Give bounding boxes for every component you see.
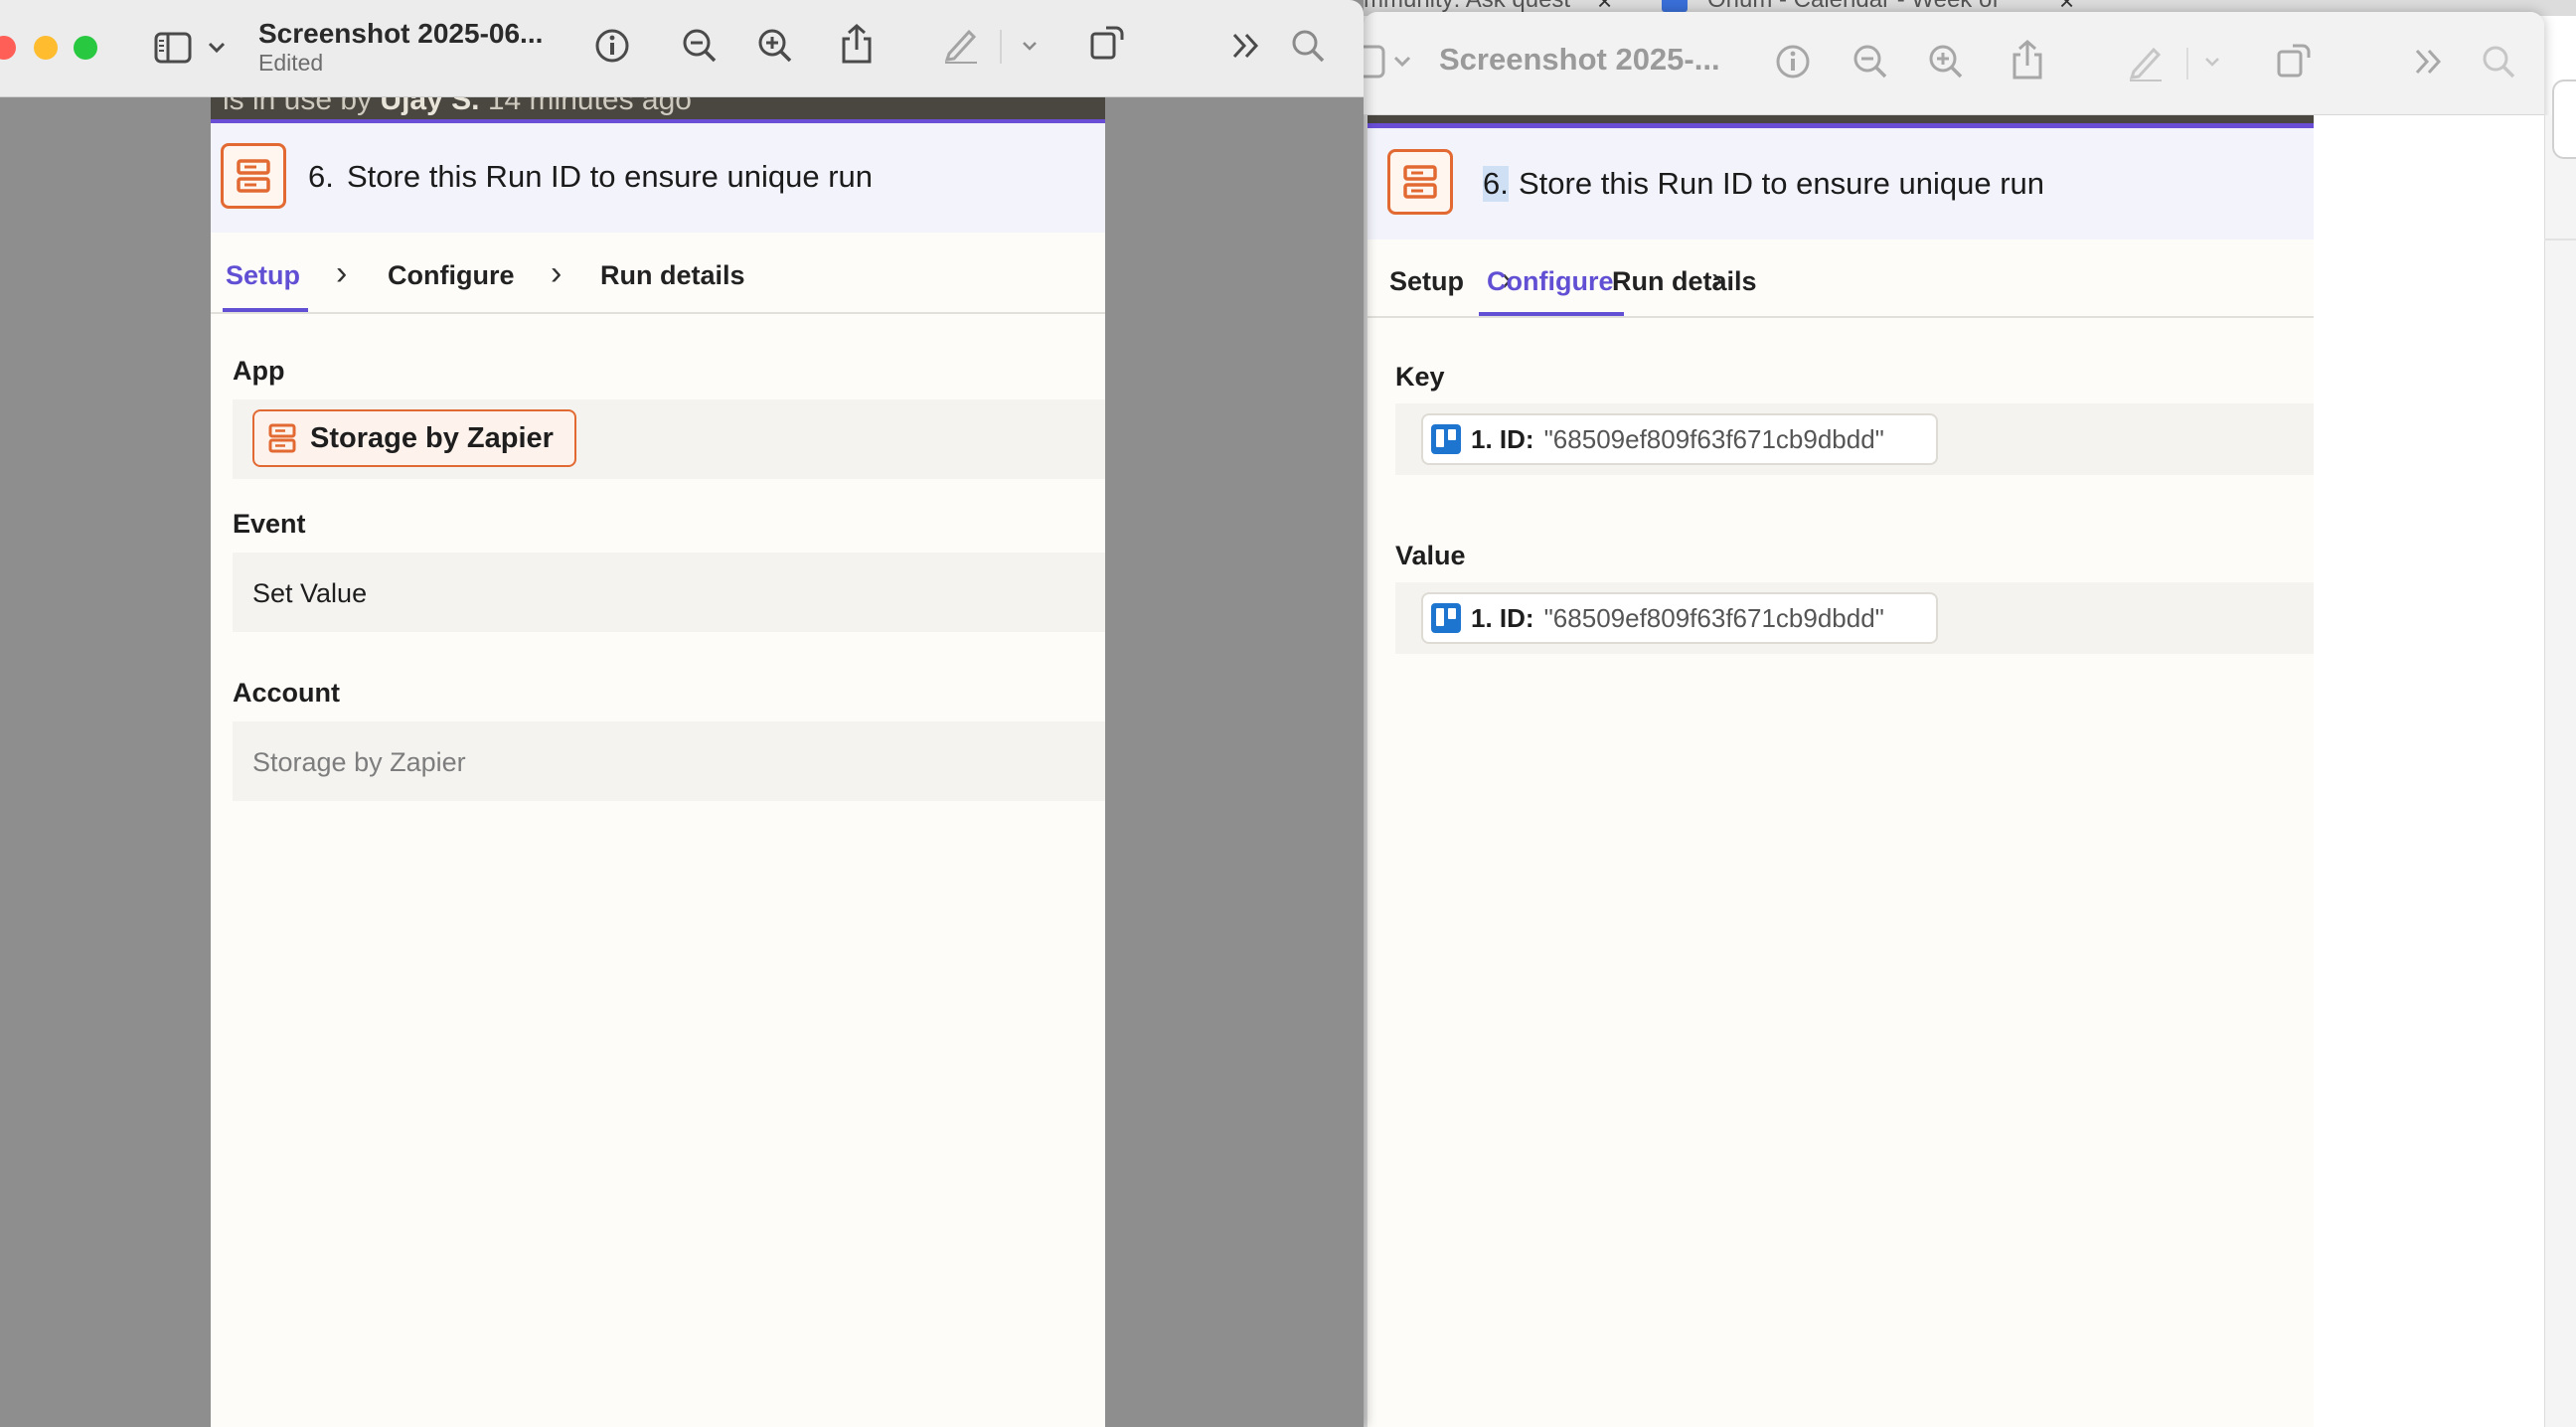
account-placeholder: Storage by Zapier: [252, 747, 466, 777]
toolbar-separator: [1000, 30, 1002, 64]
event-label: Event: [233, 509, 306, 539]
tab-setup[interactable]: Setup: [226, 260, 300, 291]
tab-configure[interactable]: Configure: [388, 260, 515, 291]
tab-configure[interactable]: Configure: [1487, 266, 1614, 297]
calendar-favicon-icon: [1662, 0, 1688, 12]
storage-icon: [268, 423, 296, 453]
browser-edge: [2544, 115, 2576, 1427]
value-label: Value: [1395, 541, 1466, 570]
app-label: App: [233, 356, 285, 386]
tabs-divider: [1368, 316, 2314, 318]
rotate-icon[interactable]: [2274, 38, 2314, 81]
tab-run-details[interactable]: Run details: [600, 260, 745, 291]
left-preview-window: Screenshot 2025-06... Edited is in use b…: [0, 0, 1364, 1427]
value-id-token[interactable]: 1. ID: "68509ef809f63f671cb9dbdd": [1421, 592, 1938, 644]
window-subtitle: Edited: [258, 50, 324, 76]
in-use-banner: is in use by Ujay S. 14 minutes ago: [211, 97, 1105, 119]
info-icon[interactable]: [1773, 42, 1813, 81]
toolbar-separator: [2186, 48, 2188, 79]
app-selector-label: Storage by Zapier: [310, 421, 554, 454]
key-id-value: "68509ef809f63f671cb9dbdd": [1543, 423, 1884, 454]
sidebar-icon[interactable]: [1364, 42, 1385, 81]
chevron-down-icon[interactable]: [2202, 52, 2222, 72]
account-label: Account: [233, 678, 340, 708]
right-preview-window: mmunity: Ask quest × Orium - Calendar - …: [1364, 0, 2576, 1427]
maximize-window-button[interactable]: [74, 36, 97, 60]
value-id-label: 1. ID:: [1471, 602, 1534, 633]
event-value: Set Value: [252, 578, 368, 608]
chevron-down-icon[interactable]: [1020, 36, 1040, 56]
app-selector-pill[interactable]: Storage by Zapier: [252, 409, 576, 467]
close-window-button[interactable]: [0, 36, 16, 60]
storage-app-badge: [221, 143, 286, 209]
storage-icon: [1403, 165, 1437, 199]
zoom-out-icon[interactable]: [680, 26, 720, 66]
key-id-token[interactable]: 1. ID: "68509ef809f63f671cb9dbdd": [1421, 413, 1938, 465]
in-use-banner: [1368, 115, 2314, 123]
chevron-right-icon: ›: [336, 254, 348, 292]
sidebar-icon[interactable]: [153, 28, 193, 68]
trello-icon: [1431, 603, 1461, 633]
zoom-in-icon[interactable]: [1926, 42, 1966, 81]
left-zap-panel: is in use by Ujay S. 14 minutes ago 6. S…: [211, 97, 1105, 1427]
trello-icon: [1431, 424, 1461, 454]
step-header: 6. Store this Run ID to ensure unique ru…: [211, 123, 1105, 233]
tab-run-details[interactable]: Run details: [1612, 266, 1757, 297]
right-zap-panel: 6. Store this Run ID to ensure unique ru…: [1368, 115, 2314, 1427]
step-title: Store this Run ID to ensure unique run: [347, 159, 874, 194]
storage-icon: [237, 159, 270, 193]
step-title: Store this Run ID to ensure unique run: [1519, 166, 2045, 201]
browser-edge-divider: [2544, 238, 2576, 240]
storage-app-badge: [1387, 149, 1453, 215]
more-icon[interactable]: [2409, 44, 2449, 79]
more-icon[interactable]: [1226, 28, 1266, 64]
key-id-label: 1. ID:: [1471, 423, 1534, 454]
share-icon[interactable]: [837, 22, 877, 66]
rotate-icon[interactable]: [1087, 20, 1127, 64]
search-icon[interactable]: [1288, 26, 1328, 66]
minimize-window-button[interactable]: [34, 36, 58, 60]
markup-pen-icon[interactable]: [2125, 40, 2167, 83]
markup-pen-icon[interactable]: [940, 22, 982, 66]
info-icon[interactable]: [592, 26, 632, 66]
right-toolbar: Screenshot 2025-...: [1364, 12, 2544, 115]
step-number: 6.: [308, 159, 334, 194]
window-title: Screenshot 2025-...: [1439, 42, 1720, 77]
chevron-down-icon[interactable]: [205, 34, 229, 62]
step-number: 6.: [1483, 166, 1509, 202]
step-header: 6. Store this Run ID to ensure unique ru…: [1368, 128, 2314, 239]
value-id-value: "68509ef809f63f671cb9dbdd": [1543, 602, 1884, 633]
share-icon[interactable]: [2008, 38, 2047, 81]
search-icon[interactable]: [2479, 42, 2518, 81]
left-toolbar: Screenshot 2025-06... Edited: [0, 0, 1364, 97]
chevron-down-icon[interactable]: [1391, 48, 1413, 76]
zoom-out-icon[interactable]: [1851, 42, 1890, 81]
in-use-text: is in use by Ujay S. 14 minutes ago: [223, 97, 692, 116]
zoom-in-icon[interactable]: [755, 26, 795, 66]
chevron-right-icon: ›: [551, 254, 563, 292]
window-title: Screenshot 2025-06...: [258, 18, 544, 49]
tab-setup[interactable]: Setup: [1389, 266, 1464, 297]
tabs-divider: [211, 312, 1105, 314]
key-label: Key: [1395, 362, 1445, 392]
browser-edge-control[interactable]: [2552, 79, 2576, 159]
